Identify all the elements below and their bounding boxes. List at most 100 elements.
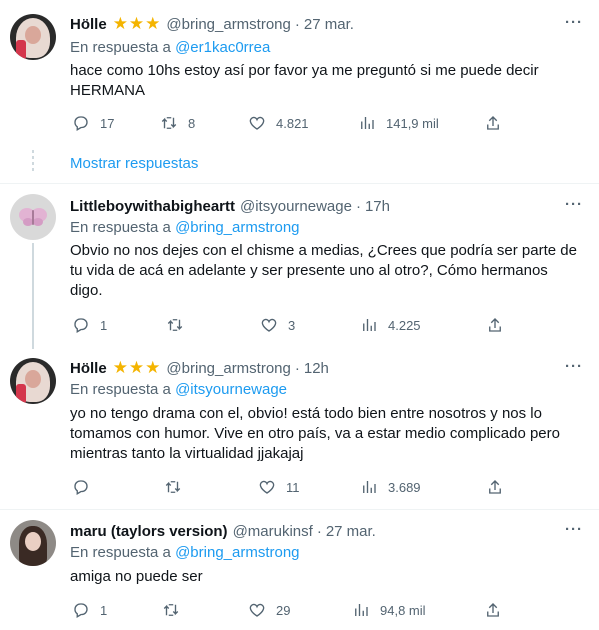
user-handle[interactable]: @bring_armstrong bbox=[166, 360, 290, 377]
views-icon bbox=[363, 319, 376, 331]
more-icon[interactable]: ··· bbox=[563, 196, 585, 213]
share-button[interactable] bbox=[486, 478, 504, 496]
reply-context: En respuesta a @bring_armstrong bbox=[70, 219, 300, 236]
reply-context: En respuesta a @itsyournewage bbox=[70, 381, 287, 398]
views-count: 3.689 bbox=[388, 479, 421, 495]
share-icon bbox=[487, 603, 499, 617]
star-emoji-icons: ★★★ bbox=[112, 358, 162, 377]
views-icon bbox=[363, 481, 376, 493]
heart-icon bbox=[261, 318, 277, 332]
like-count: 3 bbox=[288, 317, 296, 333]
reply-icon bbox=[74, 116, 88, 131]
views-count: 141,9 mil bbox=[386, 115, 439, 131]
retweet-button[interactable]: 8 bbox=[160, 114, 195, 132]
tweet-header: maru (taylors version) @marukinsf · 27 m… bbox=[70, 521, 376, 541]
reply-prefix: En respuesta a bbox=[70, 381, 171, 398]
share-icon bbox=[489, 318, 501, 332]
retweet-icon bbox=[167, 319, 183, 331]
show-replies-link[interactable]: Mostrar respuestas bbox=[70, 155, 198, 172]
tweet-text: hace como 10hs estoy así por favor ya me… bbox=[70, 62, 539, 99]
share-button[interactable] bbox=[484, 601, 502, 619]
reply-button[interactable]: 1 bbox=[72, 601, 107, 619]
more-icon[interactable]: ··· bbox=[563, 521, 585, 538]
timestamp[interactable]: 17h bbox=[365, 198, 390, 215]
views-button[interactable]: 4.225 bbox=[360, 316, 421, 334]
tweet-header: Hölle ★★★ @bring_armstrong · 12h bbox=[70, 358, 329, 378]
avatar[interactable] bbox=[10, 14, 56, 60]
display-name[interactable]: Hölle bbox=[70, 16, 107, 33]
views-count: 4.225 bbox=[388, 317, 421, 333]
tweet-header: Hölle ★★★ @bring_armstrong · 27 mar. bbox=[70, 14, 354, 34]
more-icon[interactable]: ··· bbox=[563, 14, 585, 31]
reply-count: 1 bbox=[100, 317, 108, 333]
reply-button[interactable] bbox=[72, 478, 100, 496]
action-bar: 1 3 4.225 bbox=[70, 316, 540, 336]
like-count: 11 bbox=[286, 479, 300, 495]
views-icon bbox=[355, 604, 368, 616]
separator-dot: · bbox=[316, 522, 322, 540]
retweet-button[interactable] bbox=[166, 316, 194, 334]
tweet-text: amiga no puede ser bbox=[70, 568, 203, 585]
heart-icon bbox=[259, 480, 275, 494]
display-name[interactable]: maru (taylors version) bbox=[70, 523, 228, 540]
user-handle[interactable]: @bring_armstrong bbox=[166, 16, 290, 33]
avatar[interactable] bbox=[10, 194, 56, 240]
timestamp[interactable]: 27 mar. bbox=[304, 16, 354, 33]
avatar[interactable] bbox=[10, 520, 56, 566]
reply-context: En respuesta a @er1kac0rrea bbox=[70, 39, 270, 56]
action-bar: 11 3.689 bbox=[70, 478, 540, 498]
more-icon[interactable]: ··· bbox=[563, 358, 585, 375]
display-name[interactable]: Littleboywithabigheartt bbox=[70, 198, 235, 215]
avatar[interactable] bbox=[10, 358, 56, 404]
reply-count: 17 bbox=[100, 115, 115, 131]
reply-button[interactable]: 1 bbox=[72, 316, 107, 334]
divider bbox=[0, 183, 599, 184]
reply-mention[interactable]: @er1kac0rrea bbox=[175, 39, 270, 56]
user-handle[interactable]: @marukinsf bbox=[233, 523, 313, 540]
separator-dot: · bbox=[355, 197, 361, 215]
views-button[interactable]: 94,8 mil bbox=[352, 601, 426, 619]
like-button[interactable]: 4.821 bbox=[248, 114, 309, 132]
heart-icon bbox=[249, 603, 265, 617]
retweet-button[interactable] bbox=[162, 601, 190, 619]
tweet-text: Obvio no nos dejes con el chisme a media… bbox=[70, 242, 577, 299]
reply-mention[interactable]: @bring_armstrong bbox=[175, 544, 299, 561]
reply-icon bbox=[74, 480, 88, 495]
share-button[interactable] bbox=[486, 316, 504, 334]
views-icon bbox=[361, 117, 374, 129]
divider bbox=[0, 509, 599, 510]
user-handle[interactable]: @itsyournewage bbox=[240, 198, 352, 215]
views-button[interactable]: 141,9 mil bbox=[358, 114, 439, 132]
display-name[interactable]: Hölle bbox=[70, 360, 107, 377]
reply-prefix: En respuesta a bbox=[70, 39, 171, 56]
views-button[interactable]: 3.689 bbox=[360, 478, 421, 496]
reply-prefix: En respuesta a bbox=[70, 219, 171, 236]
share-icon bbox=[489, 480, 501, 494]
reply-count: 1 bbox=[100, 602, 108, 618]
retweet-icon bbox=[165, 481, 181, 493]
reply-icon bbox=[74, 318, 88, 333]
reply-mention[interactable]: @bring_armstrong bbox=[175, 219, 299, 236]
thread-connector bbox=[32, 150, 34, 172]
reply-context: En respuesta a @bring_armstrong bbox=[70, 544, 300, 561]
reply-button[interactable]: 17 bbox=[72, 114, 114, 132]
action-bar: 1 29 94,8 mil bbox=[70, 601, 540, 621]
like-button[interactable]: 3 bbox=[260, 316, 295, 334]
retweet-button[interactable] bbox=[164, 478, 192, 496]
like-button[interactable]: 29 bbox=[248, 601, 290, 619]
separator-dot: · bbox=[294, 15, 300, 33]
views-count: 94,8 mil bbox=[380, 602, 426, 618]
like-count: 4.821 bbox=[276, 115, 309, 131]
like-count: 29 bbox=[276, 602, 291, 618]
share-button[interactable] bbox=[484, 114, 502, 132]
action-bar: 17 8 4.821 141,9 mil bbox=[70, 114, 540, 134]
reply-prefix: En respuesta a bbox=[70, 544, 171, 561]
timestamp[interactable]: 12h bbox=[304, 360, 329, 377]
star-emoji-icons: ★★★ bbox=[112, 14, 162, 33]
retweet-icon bbox=[161, 117, 177, 129]
timestamp[interactable]: 27 mar. bbox=[326, 523, 376, 540]
reply-mention[interactable]: @itsyournewage bbox=[175, 381, 287, 398]
thread-connector bbox=[32, 243, 34, 349]
like-button[interactable]: 11 bbox=[258, 478, 300, 496]
tweet-text: yo no tengo drama con el, obvio! está to… bbox=[70, 405, 560, 462]
